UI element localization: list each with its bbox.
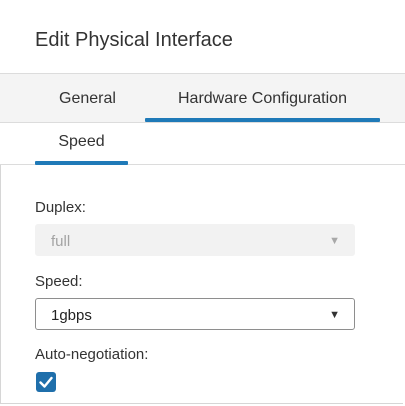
speed-select[interactable]: 1gbps ▼ [35,298,355,330]
duplex-label: Duplex: [35,199,86,216]
tab-bar: General Hardware Configuration [0,74,405,123]
checkmark-icon [39,376,53,388]
speed-label: Speed: [35,273,83,290]
tab-general[interactable]: General [35,74,140,122]
auto-negotiation-checkbox[interactable] [36,372,56,392]
chevron-down-icon: ▼ [329,235,340,247]
subtab-speed[interactable]: Speed [35,123,128,164]
chevron-down-icon: ▼ [329,309,340,321]
dialog-title: Edit Physical Interface [35,29,233,51]
tab-hardware-configuration[interactable]: Hardware Configuration [145,74,380,122]
duplex-value: full [51,233,71,250]
duplex-select: full ▼ [35,224,355,256]
active-tab-indicator [145,118,380,122]
dialog-header: Edit Physical Interface [0,0,405,74]
subtab-bar: Speed [0,123,405,165]
active-subtab-indicator [35,161,128,165]
speed-value: 1gbps [51,307,92,324]
auto-negotiation-label: Auto-negotiation: [35,346,149,363]
